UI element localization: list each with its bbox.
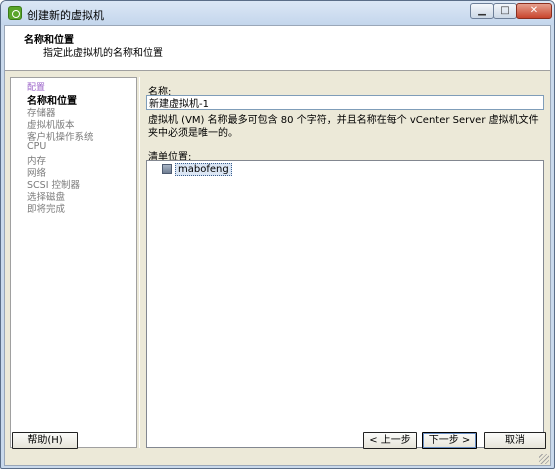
name-description: 虚拟机 (VM) 名称最多可包含 80 个字符，并且名称在每个 vCenter …: [148, 115, 539, 139]
minimize-button[interactable]: ▁: [470, 3, 494, 19]
wizard-window: 创建新的虚拟机 ▁ □ ✕ 名称和位置 指定此虚拟机的名称和位置 配置 名称和位…: [0, 0, 555, 469]
step-cpu[interactable]: CPU: [27, 141, 46, 152]
close-button[interactable]: ✕: [516, 3, 552, 19]
vsphere-app-icon: [8, 6, 22, 20]
step-ready-to-complete[interactable]: 即将完成: [27, 201, 65, 215]
vm-name-input[interactable]: [146, 95, 544, 110]
next-button[interactable]: 下一步 >: [422, 432, 477, 449]
wizard-content: 名称和位置 指定此虚拟机的名称和位置 配置 名称和位置 存储器 虚拟机版本 客户…: [4, 25, 551, 466]
window-title: 创建新的虚拟机: [27, 9, 104, 22]
datacenter-icon: [162, 164, 172, 174]
tree-item-label: mabofeng: [175, 163, 232, 176]
cancel-button[interactable]: 取消: [484, 432, 546, 449]
title-bar[interactable]: 创建新的虚拟机 ▁ □ ✕: [1, 1, 554, 25]
page-subtitle: 指定此虚拟机的名称和位置: [43, 48, 163, 59]
step-list: 配置 名称和位置 存储器 虚拟机版本 客户机操作系统 CPU 内存 网络 SCS…: [10, 77, 137, 448]
panel-divider: [139, 77, 140, 448]
wizard-header: 名称和位置 指定此虚拟机的名称和位置: [5, 26, 550, 71]
inventory-tree[interactable]: mabofeng: [146, 160, 544, 448]
maximize-button[interactable]: □: [493, 3, 517, 19]
help-button[interactable]: 帮助(H): [12, 432, 78, 449]
back-button[interactable]: < 上一步: [363, 432, 417, 449]
resize-grip[interactable]: [539, 454, 549, 464]
